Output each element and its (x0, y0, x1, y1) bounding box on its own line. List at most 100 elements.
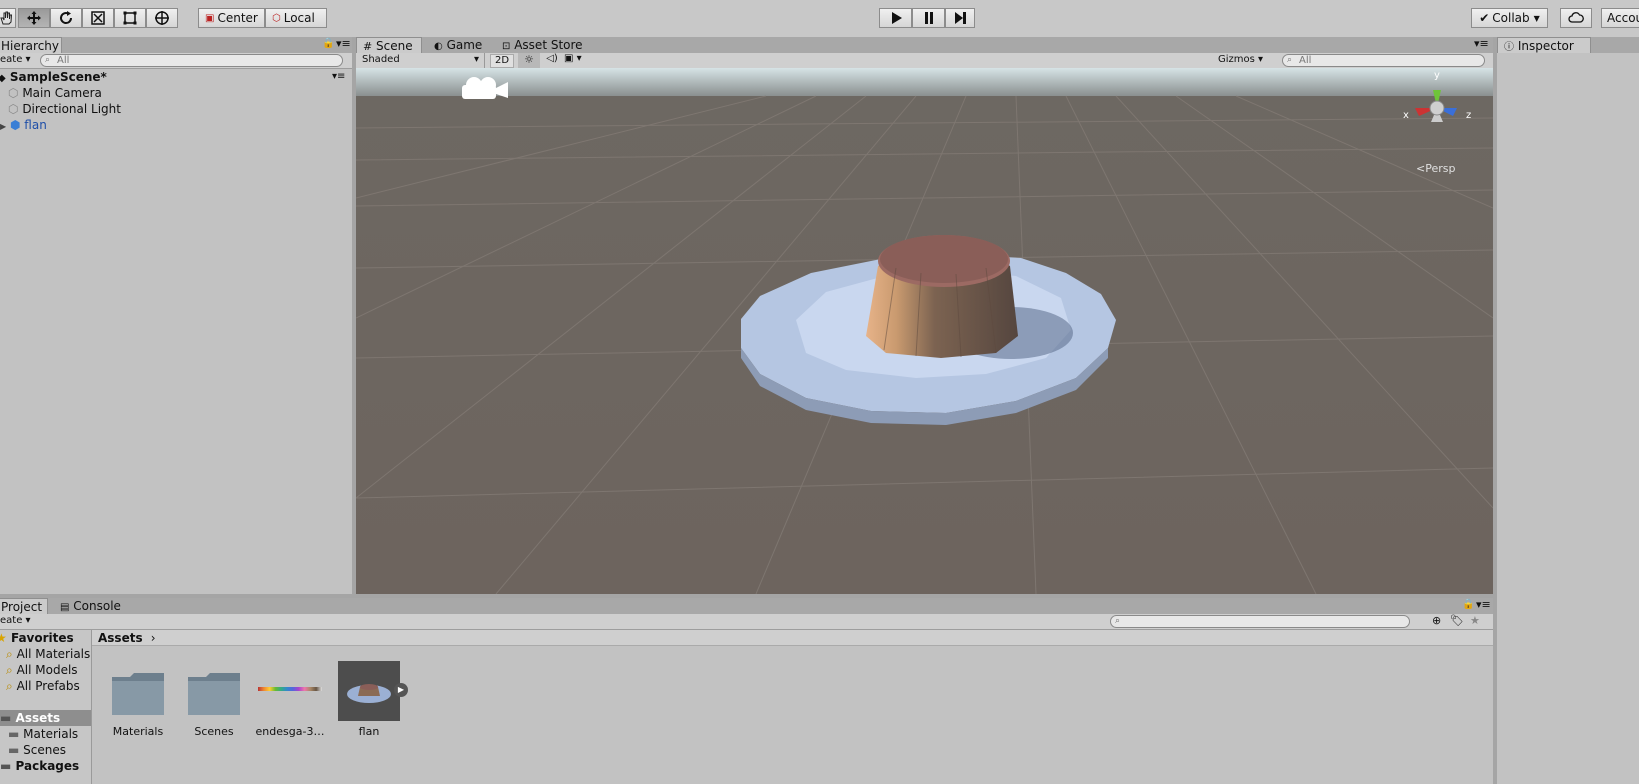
shading-mode-dropdown[interactable]: Shaded ▾ (362, 54, 482, 65)
transform-tool-button[interactable] (146, 8, 178, 28)
step-button[interactable] (945, 8, 975, 28)
scene-tabbar: # Scene ◐ Game ⊡ Asset Store ▾≡ (356, 37, 1493, 53)
search-icon: ⌕ (1287, 55, 1293, 65)
console-tab-label: Console (73, 599, 121, 613)
axis-gizmo-icon (1415, 90, 1457, 122)
scale-tool-button[interactable] (82, 8, 114, 28)
space-local-toggle[interactable]: ⬡ Local (265, 8, 327, 28)
main-toolbar: ▣ Center ⬡ Local ✔ Collab ▼ Accou (0, 0, 1639, 38)
lighting-toggle[interactable]: ☼ (518, 53, 540, 68)
scene-menu-icon[interactable]: ▾≡ (332, 69, 345, 85)
pause-icon (924, 12, 933, 24)
move-tool-button[interactable] (18, 8, 50, 28)
favorite-item-all-materials[interactable]: ⌕ All Materials (6, 646, 90, 662)
collab-dropdown[interactable]: ✔ Collab ▼ (1471, 8, 1548, 28)
unity-scene-icon: ◆ (0, 73, 6, 84)
filter-type-icon[interactable]: ⊕ (1432, 614, 1441, 627)
search-icon: ⌕ (45, 55, 51, 65)
tab-asset-store[interactable]: ⊡ Asset Store (496, 37, 596, 53)
scene-header-row[interactable]: ◆ SampleScene* ▾≡ (0, 69, 352, 85)
tree-folder-scenes[interactable]: ▬ Scenes (8, 742, 66, 758)
hierarchy-item-directional-light[interactable]: ⬡ Directional Light (8, 101, 121, 117)
2d-label: 2D (494, 55, 510, 66)
folder-icon: ▬ (0, 759, 12, 773)
favorite-label: All Models (16, 663, 78, 677)
asset-label: Scenes (194, 725, 234, 738)
expand-prefab-button[interactable]: ▶ (394, 683, 408, 697)
hierarchy-tab-label: Hierarchy (1, 39, 60, 53)
packages-folder[interactable]: ▬ Packages (0, 758, 79, 774)
tab-scene[interactable]: # Scene (356, 37, 422, 53)
dropdown-arrow-icon: ▾ (474, 54, 480, 65)
gameobject-cube-icon: ⬡ (8, 102, 19, 116)
create-dropdown[interactable]: eate ▾ (0, 54, 31, 65)
play-button[interactable] (879, 8, 912, 28)
tab-game[interactable]: ◐ Game (428, 37, 492, 53)
pivot-center-toggle[interactable]: ▣ Center (198, 8, 265, 28)
2d-toggle[interactable]: 2D (490, 54, 514, 68)
expand-arrow-icon[interactable]: ▶ (0, 122, 6, 131)
pivot-icon: ▣ (205, 12, 215, 24)
tab-project[interactable]: Project (0, 598, 48, 614)
assets-label: Assets (15, 711, 61, 725)
audio-toggle[interactable]: ◁) (542, 53, 562, 68)
asset-prefab-flan[interactable] (338, 661, 400, 721)
inspector-tabbar: ⓘ Inspector (1497, 37, 1639, 53)
play-icon (891, 12, 902, 24)
hand-icon (0, 11, 13, 25)
breadcrumb-assets[interactable]: Assets (98, 631, 143, 645)
asset-folder-scenes[interactable] (186, 669, 242, 719)
check-icon: ✔ (1479, 11, 1490, 25)
panel-menu-icon[interactable]: ▾≡ (1474, 37, 1489, 50)
lock-icon[interactable]: 🔒 (1462, 599, 1474, 610)
hierarchy-subtoolbar: eate ▾ ⌕ All (0, 53, 352, 69)
hierarchy-item-flan[interactable]: ▶ ⬢ flan (0, 117, 47, 133)
folder-icon: ▬ (8, 743, 20, 757)
lock-icon[interactable]: 🔒 (322, 38, 334, 49)
cloud-button[interactable] (1560, 8, 1592, 28)
projection-toggle[interactable]: <Persp (1416, 162, 1455, 175)
store-bag-icon: ⊡ (502, 41, 511, 52)
account-dropdown[interactable]: Accou (1601, 8, 1639, 28)
asset-palette-texture[interactable] (258, 687, 322, 693)
favorite-item-all-models[interactable]: ⌕ All Models (6, 662, 78, 678)
shading-mode-label: Shaded (362, 54, 400, 65)
create-label: eate (0, 54, 23, 65)
effects-dropdown[interactable]: ▣ ▾ (564, 53, 598, 68)
project-search-input[interactable]: ⌕ (1110, 615, 1410, 628)
panel-menu-icon[interactable]: ▾≡ (336, 37, 351, 50)
hierarchy-item-main-camera[interactable]: ⬡ Main Camera (8, 85, 102, 101)
tree-folder-materials[interactable]: ▬ Materials (8, 726, 78, 742)
flan-thumbnail-icon (347, 684, 391, 703)
tab-hierarchy[interactable]: Hierarchy (0, 37, 62, 53)
info-icon: ⓘ (1504, 42, 1514, 53)
create-dropdown[interactable]: eate ▾ (0, 615, 31, 626)
tab-inspector[interactable]: ⓘ Inspector (1497, 37, 1591, 53)
space-label: Local (283, 11, 315, 25)
dropdown-arrow-icon: ▼ (1533, 13, 1540, 23)
label-tag-icon[interactable]: 🏷 (1450, 614, 1464, 627)
scene-tab-label: Scene (376, 39, 413, 53)
asset-label: endesga-3… (255, 725, 325, 738)
flan-mesh (866, 235, 1018, 358)
speaker-icon: ◁) (546, 53, 558, 64)
scene-search-input[interactable]: ⌕ All (1282, 54, 1485, 67)
asset-folder-materials[interactable] (110, 669, 166, 719)
favorites-header[interactable]: ★ Favorites (0, 630, 74, 646)
gizmos-dropdown[interactable]: Gizmos ▾ (1218, 54, 1270, 65)
hierarchy-search-input[interactable]: ⌕ All (40, 54, 343, 67)
hand-tool-button[interactable] (0, 8, 16, 28)
rotate-tool-button[interactable] (50, 8, 82, 28)
assets-folder-selected[interactable]: ▬ Assets (0, 710, 91, 726)
perspective-icon: < (1416, 162, 1426, 175)
panel-menu-icon[interactable]: ▾≡ (1476, 598, 1491, 611)
favorite-item-all-prefabs[interactable]: ⌕ All Prefabs (6, 678, 80, 694)
palette-strip-icon (258, 687, 322, 691)
tab-console[interactable]: ▤ Console (54, 598, 124, 614)
orientation-gizmo[interactable]: y x z (1401, 70, 1473, 138)
step-icon (955, 12, 966, 24)
pause-button[interactable] (912, 8, 945, 28)
star-icon[interactable]: ★ (1470, 614, 1480, 627)
scene-viewport[interactable]: y x z <Persp (356, 68, 1493, 594)
rect-tool-button[interactable] (114, 8, 146, 28)
